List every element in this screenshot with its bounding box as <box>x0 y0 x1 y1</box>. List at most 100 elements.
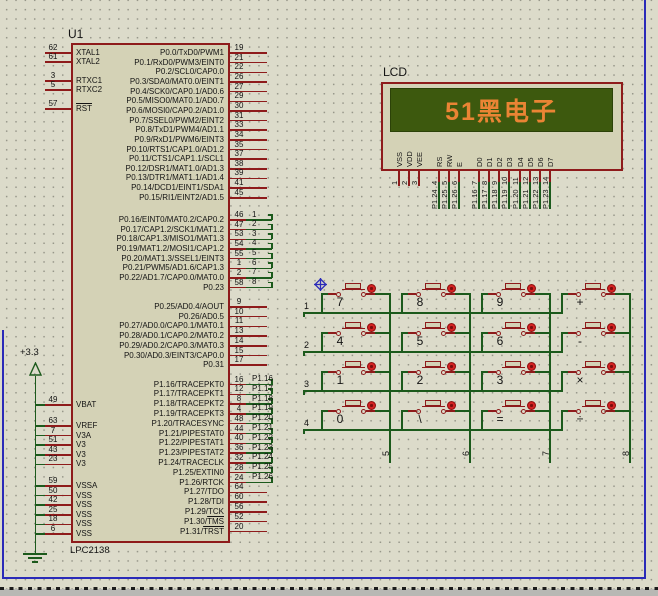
net-label: 6 <box>252 257 257 267</box>
mcu-pin-label: P0.23 <box>203 282 224 292</box>
button-actuator[interactable] <box>607 401 616 410</box>
button-actuator[interactable] <box>527 323 536 332</box>
net-label: 5 <box>252 248 257 258</box>
button-actuator[interactable] <box>367 323 376 332</box>
mcu-pin-number: 17 <box>234 355 244 365</box>
mcu-pin-label: P0.7/SSEL0/PWM2/EINT2 <box>129 115 224 125</box>
mcu-pin-number: 40 <box>234 433 244 443</box>
mcu-pin-label: P1.26/RTCK <box>179 477 224 487</box>
column-net-label: 6 <box>461 450 471 456</box>
mcu-pin-label: P0.3/SDA0/MAT0.0/EINT1 <box>129 76 224 86</box>
mcu-pin-label: P1.28/TDI <box>187 497 224 507</box>
key-label: ÷ <box>576 412 584 426</box>
button-body[interactable] <box>345 322 361 328</box>
lcd-pin-name: D4 <box>516 157 525 167</box>
button-actuator[interactable] <box>447 401 456 410</box>
button-body[interactable] <box>505 400 521 406</box>
button-actuator[interactable] <box>447 323 456 332</box>
button-actuator[interactable] <box>607 284 616 293</box>
button-actuator[interactable] <box>527 284 536 293</box>
mcu-pin-number: 25 <box>48 504 58 514</box>
mcu-pin-number: 57 <box>48 99 58 108</box>
mcu-pin-number: 19 <box>234 43 244 52</box>
button-actuator[interactable] <box>447 362 456 371</box>
wire <box>481 333 483 353</box>
column-net-label: 7 <box>541 450 551 456</box>
button-terminal <box>600 330 606 336</box>
button-actuator[interactable] <box>367 362 376 371</box>
mcu-pin-label: P1.24/TRACECLK <box>158 457 224 467</box>
row-net-label: 4 <box>304 418 310 428</box>
button-actuator[interactable] <box>447 284 456 293</box>
net-label: P1.19 <box>252 403 273 413</box>
column-net-label: 8 <box>621 450 631 456</box>
key-label: - <box>578 334 582 348</box>
lcd-pin-number: 1 <box>390 180 399 185</box>
mcu-pin-number: 42 <box>48 495 58 505</box>
button-body[interactable] <box>585 400 601 406</box>
button-terminal <box>520 369 526 375</box>
mcu-pin-number: 45 <box>234 187 244 197</box>
button-actuator[interactable] <box>527 401 536 410</box>
button-body[interactable] <box>585 361 601 367</box>
mcu-pin-label: P0.27/AD0.0/CAP0.1/MAT0.1 <box>119 321 224 331</box>
button-body[interactable] <box>585 322 601 328</box>
mcu-ref-label: U1 <box>68 27 84 41</box>
mcu-pin-number: 35 <box>234 139 244 149</box>
button-body[interactable] <box>345 400 361 406</box>
button-terminal <box>440 330 446 336</box>
key-label: 3 <box>496 373 504 387</box>
net-wire-tick <box>268 271 272 274</box>
button-body[interactable] <box>425 361 441 367</box>
mcu-pin-label: P0.20/MAT1.3/SSEL1/EINT3 <box>121 253 224 263</box>
mcu-pin-number: 18 <box>48 514 58 524</box>
button-body[interactable] <box>585 283 601 289</box>
mcu-pin-stub <box>230 197 267 199</box>
button-actuator[interactable] <box>607 323 616 332</box>
mcu-pin-number: 31 <box>234 110 244 120</box>
button-body[interactable] <box>425 322 441 328</box>
button-terminal <box>440 369 446 375</box>
button-body[interactable] <box>505 322 521 328</box>
mcu-pin-number: 22 <box>234 62 244 72</box>
button-body[interactable] <box>505 361 521 367</box>
mcu-pin-number: 27 <box>234 81 244 91</box>
button-body[interactable] <box>345 283 361 289</box>
mcu-pin-number: 24 <box>234 472 244 482</box>
mcu-pin-label: P0.1/RxD0/PWM3/EINT0 <box>134 57 224 67</box>
ground-icon <box>28 557 42 559</box>
mcu-pin-label: P1.16/TRACEPKT0 <box>153 379 224 389</box>
button-lead <box>606 293 615 295</box>
mcu-pin-label: P0.22/AD1.7/CAP0.0/MAT0.0 <box>119 272 224 282</box>
wire <box>401 294 403 314</box>
net-label: 4 <box>252 238 257 248</box>
button-body[interactable] <box>345 361 361 367</box>
button-actuator[interactable] <box>527 362 536 371</box>
mcu-pin-label: P1.20/TRACESYNC <box>151 418 224 428</box>
net-wire-tick <box>268 223 272 226</box>
column-wire <box>389 294 391 463</box>
net-wire-tick <box>268 281 272 284</box>
mcu-pin-number: 53 <box>234 229 244 239</box>
button-actuator[interactable] <box>367 284 376 293</box>
button-actuator[interactable] <box>367 401 376 410</box>
lcd-pin-name: D3 <box>505 157 514 167</box>
mcu-pin-stub <box>45 61 71 63</box>
net-wire-tick <box>268 214 272 216</box>
net-label: P1.22 <box>252 432 273 442</box>
net-label: 7 <box>252 267 257 277</box>
mcu-pin-label: P0.15/RI1/EINT2/AD1.5 <box>139 192 224 202</box>
button-terminal <box>360 291 366 297</box>
mcu-pin-label: P0.18/CAP1.3/MISO1/MAT1.3 <box>116 234 224 244</box>
button-body[interactable] <box>425 283 441 289</box>
wire <box>321 411 323 431</box>
mcu-pin-label: P0.26/AD0.5 <box>178 311 224 321</box>
button-actuator[interactable] <box>607 362 616 371</box>
button-body[interactable] <box>505 283 521 289</box>
column-net-label: 5 <box>381 450 391 456</box>
mcu-pin-label: P0.2/SCL0/CAP0.0 <box>155 67 224 77</box>
overline-text: TMS <box>207 516 224 526</box>
mcu-pin-number: 28 <box>234 462 244 472</box>
wire <box>481 411 483 431</box>
button-body[interactable] <box>425 400 441 406</box>
